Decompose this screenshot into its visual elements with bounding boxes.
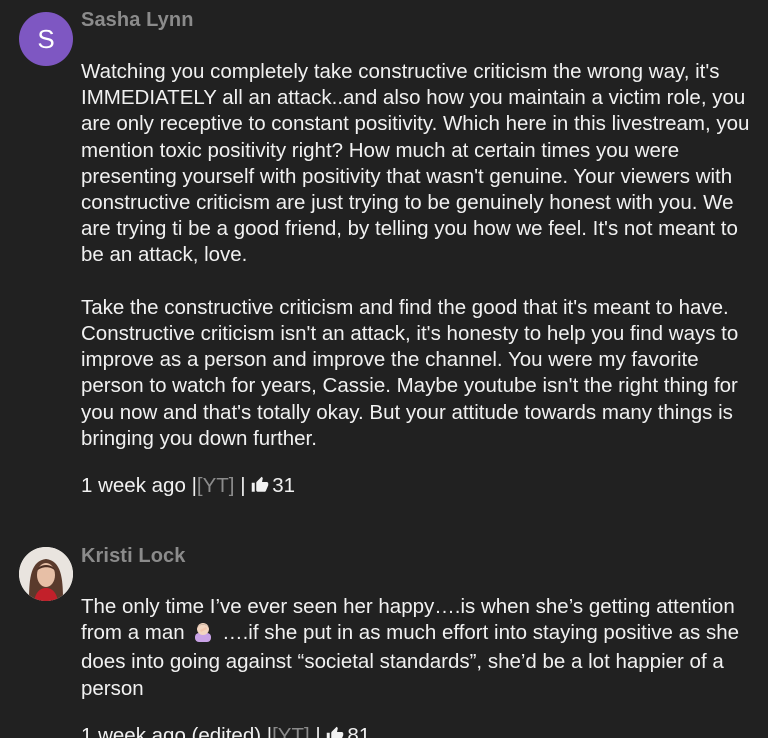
comment-timestamp: 1 week ago (edited) <box>81 724 262 738</box>
woman-facepalming-icon <box>192 620 214 649</box>
comment-author[interactable]: Kristi Lock <box>81 545 185 568</box>
source-link[interactable]: [YT] <box>272 724 310 738</box>
avatar[interactable]: S <box>19 12 73 66</box>
comment-paragraph: Take the constructive criticism and find… <box>81 295 739 450</box>
comment-author[interactable]: Sasha Lynn <box>81 9 194 32</box>
like-count: 81 <box>347 724 371 738</box>
meta-separator: | <box>315 724 321 738</box>
avatar-letter: S <box>37 23 55 54</box>
thumbs-up-icon[interactable] <box>326 726 344 738</box>
comment-paragraph: Watching you completely take constructiv… <box>81 60 750 267</box>
avatar[interactable] <box>19 547 73 601</box>
like-count: 31 <box>272 474 296 497</box>
comment-meta: 1 week ago (edited) |[YT] | 81 <box>81 724 370 738</box>
source-link[interactable]: [YT] <box>197 474 235 497</box>
comment-meta: 1 week ago |[YT] | 31 <box>81 474 295 500</box>
comment-paragraph: The only time I’ve ever seen her happy….… <box>81 594 751 702</box>
comment-text: The only time I’ve ever seen her happy….… <box>81 594 751 702</box>
comment-text: Watching you completely take constructiv… <box>81 59 751 452</box>
thumbs-up-icon[interactable] <box>251 476 269 500</box>
meta-separator: | <box>240 474 246 497</box>
comment-timestamp: 1 week ago <box>81 474 186 497</box>
